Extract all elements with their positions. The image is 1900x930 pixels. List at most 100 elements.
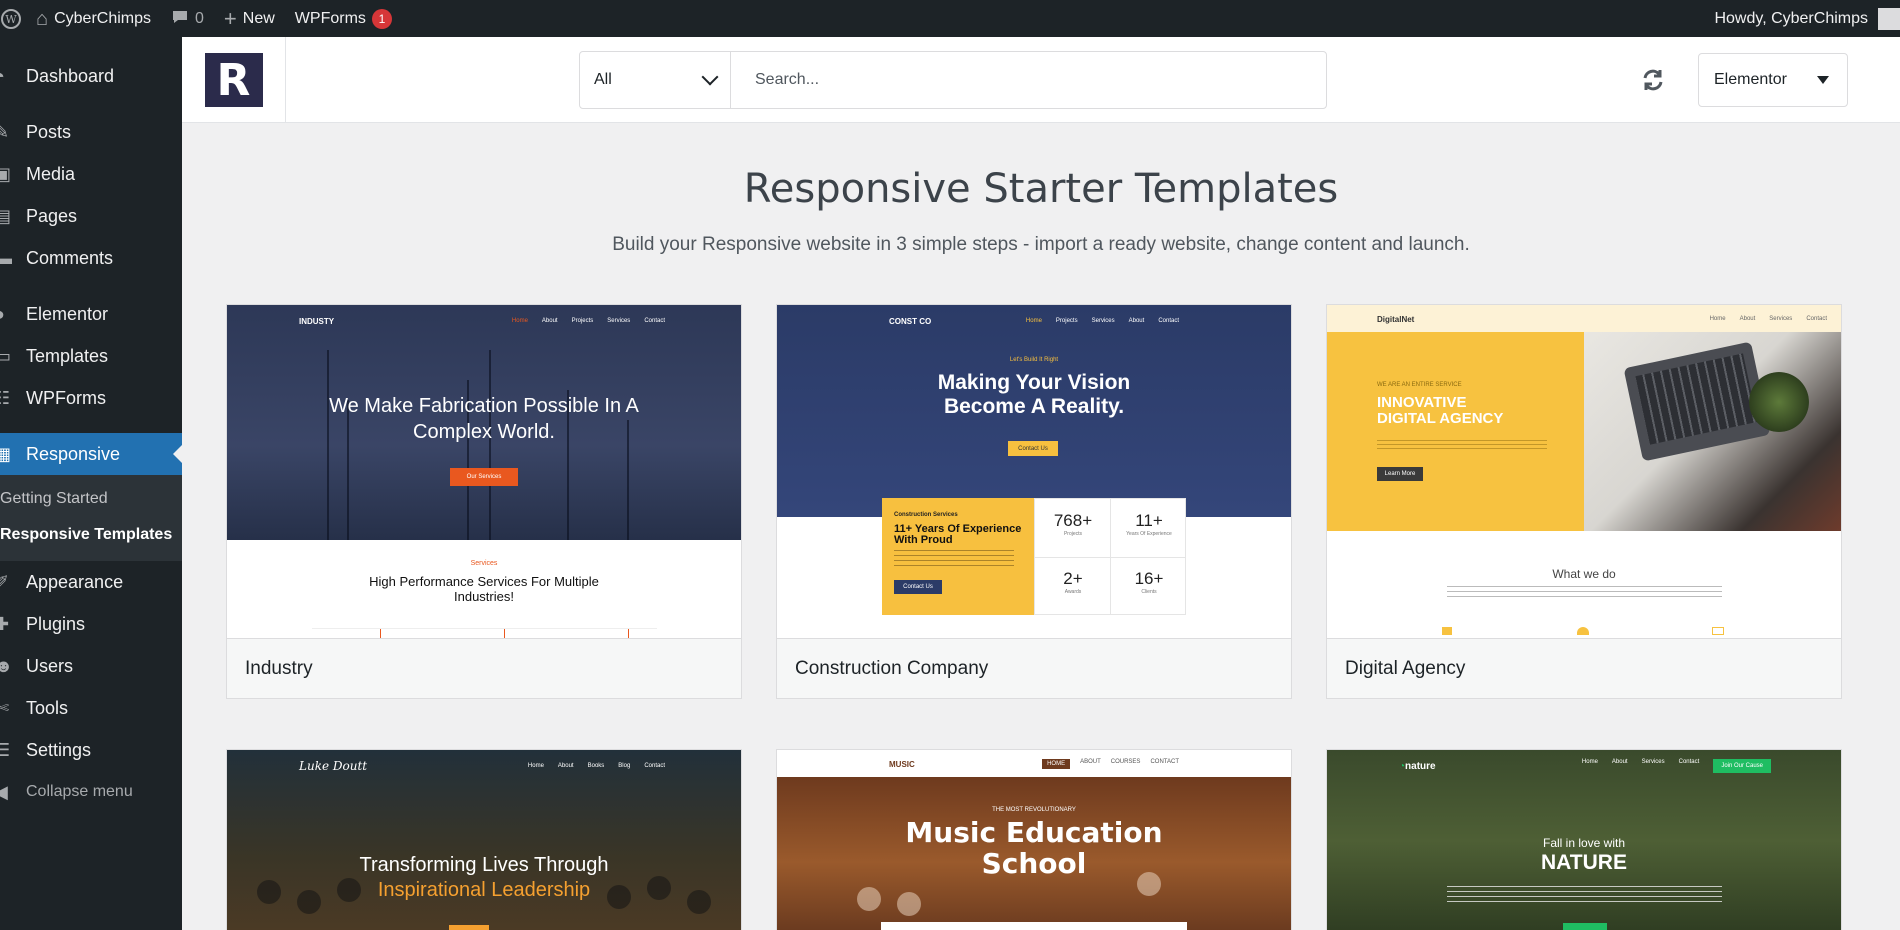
wordpress-logo-icon[interactable]: W (0, 0, 26, 37)
collapse-arrow-icon: ◀ (0, 781, 8, 802)
page-builder-select[interactable]: Elementor (1698, 53, 1848, 107)
thumb-headline-line: Transforming Lives Through (359, 854, 609, 876)
submenu-responsive-templates[interactable]: Responsive Templates (0, 517, 182, 553)
thumb-headline: Making Your Vision Become A Reality. (777, 371, 1291, 419)
thumb-headline-line: Making Your Vision (937, 371, 1131, 394)
menu-label: Dashboard (26, 65, 115, 86)
menu-wpforms[interactable]: ☷ WPForms (0, 377, 182, 419)
user-icon: ☻ (0, 655, 13, 676)
menu-appearance[interactable]: ✐ Appearance (0, 561, 182, 603)
template-thumbnail[interactable]: INDUSTY Home About Projects Services Con… (227, 305, 741, 638)
thumb-headline-line: School (981, 847, 1087, 880)
new-label: New (242, 9, 275, 27)
thumb-navbar: DigitalNet Home About Services Contact (1327, 311, 1841, 327)
template-name: Digital Agency (1327, 638, 1841, 698)
thumb-headline: INNOVATIVE DIGITAL AGENCY (1377, 395, 1503, 427)
search-input[interactable] (731, 52, 1326, 108)
menu-pages[interactable]: ▤ Pages (0, 195, 182, 237)
new-content-link[interactable]: + New (214, 0, 285, 37)
logo-container: R (182, 37, 286, 123)
admin-sidebar: ◔ Dashboard ✎ Posts ▣ Media ▤ Pages ▬ Comment… (0, 37, 182, 930)
menu-dashboard[interactable]: ◔ Dashboard (0, 55, 182, 97)
stat-value: 16+ (1134, 569, 1164, 588)
responsive-logo[interactable]: R (204, 53, 263, 107)
thumb-nav-item: Services (607, 318, 631, 324)
account-menu[interactable]: Howdy, CyberChimps (1704, 0, 1900, 37)
menu-comments[interactable]: ▬ Comments (0, 237, 182, 279)
thumb-nav-item: CONTACT (1150, 759, 1179, 765)
responsive-submenu: Getting Started Responsive Templates (0, 475, 182, 561)
template-thumbnail[interactable]: CONST CO Home Projects Services About Co… (777, 305, 1291, 638)
thumb-nav-item: ABOUT (1080, 759, 1101, 765)
template-card-industry[interactable]: INDUSTY Home About Projects Services Con… (226, 304, 742, 699)
thumb-nav-links: Home About Books Blog Contact (528, 763, 665, 769)
thumb-nav-item: Services (1641, 759, 1665, 765)
thumb-nav-item: Contact (644, 763, 665, 769)
submenu-getting-started[interactable]: Getting Started (0, 481, 182, 517)
menu-users[interactable]: ☻ Users (0, 645, 182, 687)
menu-settings[interactable]: ☰ Settings (0, 729, 182, 771)
template-card-nature[interactable]: ◔nature Home About Services Contact Join… (1326, 749, 1842, 930)
template-thumbnail[interactable]: MUSIC HOME ABOUT COURSES CONTACT THE MOS… (777, 750, 1291, 930)
thumb-nav-item: Contact (1158, 318, 1179, 324)
menu-label: Pages (26, 205, 78, 226)
thumb-nav-item: Contact (1806, 316, 1827, 322)
folder-icon: ▭ (0, 345, 12, 366)
template-card-digital-agency[interactable]: DigitalNet Home About Services Contact W… (1326, 304, 1842, 699)
collapse-label: Collapse menu (26, 783, 133, 800)
sync-icon (1643, 69, 1663, 91)
search-bar: All (579, 51, 1327, 109)
comment-icon: ▬ (0, 247, 12, 268)
plus-icon: + (223, 5, 237, 31)
menu-tools[interactable]: ✄ Tools (0, 687, 182, 729)
stat-value: 11+ (1135, 511, 1163, 530)
template-card-construction-company[interactable]: CONST CO Home Projects Services About Co… (776, 304, 1292, 699)
comments-link[interactable]: 0 (161, 0, 214, 37)
site-name-link[interactable]: ⌂ CyberChimps (26, 0, 161, 37)
thumb-headline-line: Music Education (905, 816, 1163, 849)
menu-media[interactable]: ▣ Media (0, 153, 182, 195)
thumb-box-title-line: With Proud (894, 534, 953, 546)
thumb-kicker: THE MOST REVOLUTIONARY (992, 807, 1076, 813)
menu-templates[interactable]: ▭ Templates (0, 335, 182, 377)
thumb-nav-item: About (541, 318, 558, 324)
svg-text:W: W (5, 13, 17, 26)
menu-posts[interactable]: ✎ Posts (0, 111, 182, 153)
tower-shape (327, 350, 329, 540)
stat-label: Awards (1064, 589, 1082, 595)
thumb-nav-item: Projects (1055, 318, 1078, 324)
template-thumbnail[interactable]: ◔nature Home About Services Contact Join… (1327, 750, 1841, 930)
menu-plugins[interactable]: ✚ Plugins (0, 603, 182, 645)
plug-icon: ✚ (0, 613, 10, 634)
template-name: Construction Company (777, 638, 1291, 698)
menu-elementor[interactable]: ● Elementor (0, 293, 182, 335)
thumb-nav-item: Home (1581, 759, 1598, 765)
template-card-music-school[interactable]: MUSIC HOME ABOUT COURSES CONTACT THE MOS… (776, 749, 1292, 930)
menu-label: Posts (26, 121, 72, 142)
template-card-leadership[interactable]: Luke Doutt Home About Books Blog Contact… (226, 749, 742, 930)
sync-button[interactable] (1638, 65, 1668, 95)
menu-label: Templates (26, 345, 109, 366)
category-filter-select[interactable]: All (580, 52, 731, 108)
thumb-headline-line: Complex World. (413, 421, 555, 443)
elementor-icon: ● (0, 304, 20, 325)
menu-responsive[interactable]: ▦ Responsive (0, 433, 182, 475)
menu-label: Elementor (26, 303, 109, 324)
thumb-nav-links: Home Projects Services About Contact (1026, 318, 1179, 324)
agency-services-section: What we do (1327, 531, 1841, 638)
comments-count: 0 (195, 9, 204, 27)
template-thumbnail[interactable]: Luke Doutt Home About Books Blog Contact… (227, 750, 741, 930)
menu-label: WPForms (26, 387, 106, 408)
stat-label: Years Of Experience (1126, 531, 1172, 537)
thumb-section-tag: Services (470, 560, 498, 567)
collapse-menu-button[interactable]: ◀ Collapse menu (0, 771, 182, 813)
thumb-section-title: High Performance Services For Multiple I… (227, 574, 741, 604)
template-thumbnail[interactable]: DigitalNet Home About Services Contact W… (1327, 305, 1841, 638)
thumb-box-title: 11+ Years Of Experience With Proud (894, 524, 1021, 546)
home-icon: ⌂ (36, 7, 49, 30)
thumb-nav-links: HOME ABOUT COURSES CONTACT (1042, 759, 1179, 769)
thumb-box-button: Contact Us (894, 580, 942, 594)
menu-label: Appearance (26, 571, 124, 592)
wpforms-link[interactable]: WPForms 1 (285, 0, 402, 37)
media-icon: ▣ (0, 163, 12, 184)
